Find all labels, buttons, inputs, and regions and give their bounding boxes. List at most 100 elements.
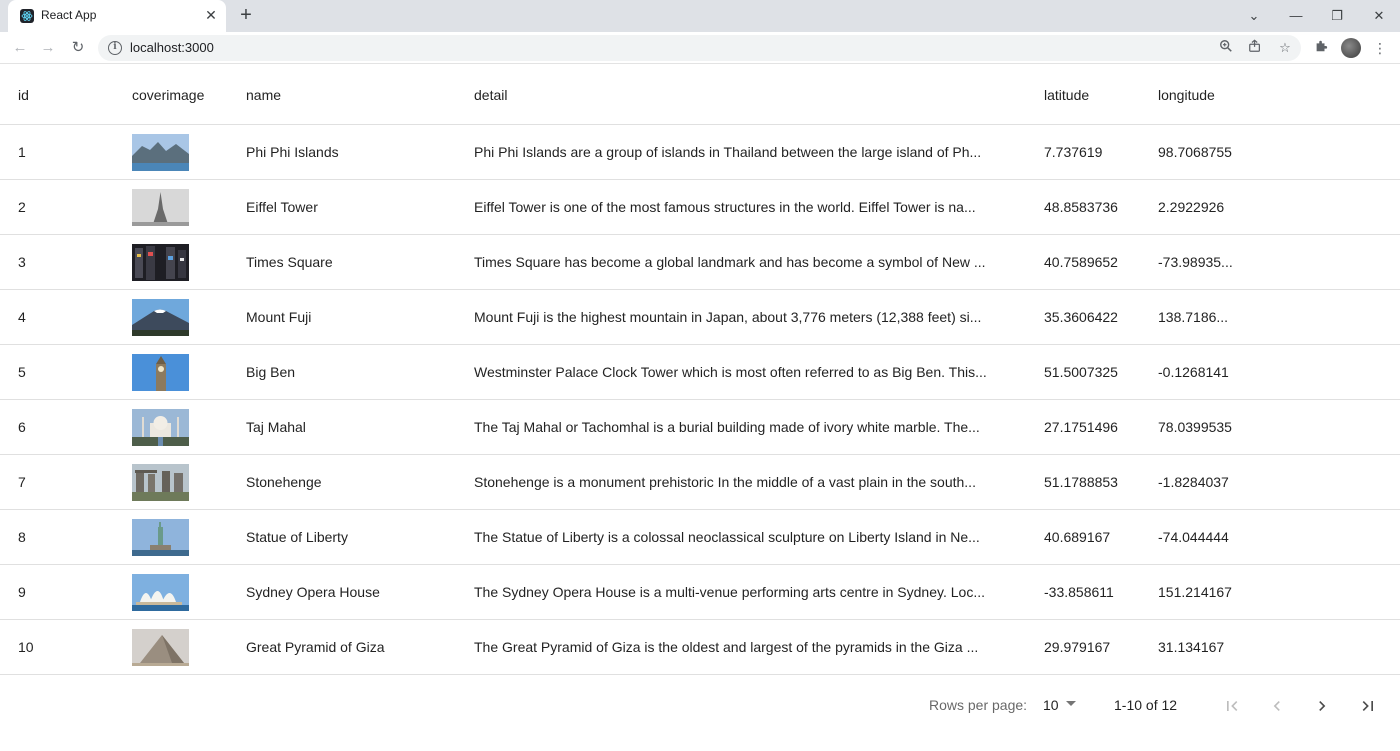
cover-image: [132, 298, 189, 336]
table-header-row: id coverimage name detail latitude longi…: [0, 65, 1400, 125]
cover-image: [132, 408, 189, 446]
minimize-window-button[interactable]: —: [1286, 6, 1306, 26]
cell-name: Mount Fuji: [246, 309, 312, 325]
cell-latitude: 51.1788853: [1044, 474, 1118, 490]
cell-latitude: 35.3606422: [1044, 309, 1118, 325]
share-icon[interactable]: [1246, 39, 1264, 57]
column-header-coverimage: coverimage: [132, 86, 205, 103]
cell-detail: Times Square has become a global landmar…: [474, 254, 986, 270]
cell-id: 9: [18, 584, 26, 600]
cell-id: 8: [18, 529, 26, 545]
column-header-longitude: longitude: [1158, 86, 1215, 103]
table-row: 5 Big Ben Westminster Palace Clock Tower…: [0, 345, 1400, 400]
cell-latitude: 51.5007325: [1044, 364, 1118, 380]
cell-latitude: 7.737619: [1044, 144, 1103, 160]
table-pagination: Rows per page: 10 1-10 of 12: [0, 674, 1400, 738]
table-row: 8 Statue of Liberty The Statue of Libert…: [0, 510, 1400, 565]
zoom-icon[interactable]: [1217, 39, 1235, 57]
cell-id: 2: [18, 199, 26, 215]
cell-name: Times Square: [246, 254, 333, 270]
menu-kebab-icon[interactable]: ⋮: [1369, 37, 1391, 59]
cell-name: Great Pyramid of Giza: [246, 639, 385, 655]
reload-icon[interactable]: ↻: [67, 37, 89, 59]
cell-detail: Stonehenge is a monument prehistoric In …: [474, 474, 976, 490]
browser-tab-active[interactable]: React App ✕: [8, 0, 226, 32]
back-arrow-icon[interactable]: ←: [9, 37, 31, 59]
first-page-icon[interactable]: [1218, 692, 1246, 720]
cell-id: 1: [18, 144, 26, 160]
cell-longitude: 138.7186...: [1158, 309, 1229, 325]
browser-tab-strip: React App ✕ + ⌄ — ❐ ✕: [0, 0, 1400, 32]
cell-longitude: -0.1268141: [1158, 364, 1229, 380]
cell-detail: Westminster Palace Clock Tower which is …: [474, 364, 987, 380]
previous-page-icon[interactable]: [1263, 692, 1291, 720]
cell-latitude: -33.858611: [1044, 584, 1114, 600]
cell-longitude: 151.214167: [1158, 584, 1232, 600]
cell-longitude: 98.7068755: [1158, 144, 1232, 160]
cell-longitude: -73.98935...: [1158, 254, 1233, 270]
table-row: 1 Phi Phi Islands Phi Phi Islands are a …: [0, 125, 1400, 180]
next-page-icon[interactable]: [1308, 692, 1336, 720]
browser-toolbar: ← → ↻ i localhost:3000 ☆ ⋮: [0, 32, 1400, 64]
cell-name: Statue of Liberty: [246, 529, 348, 545]
table-row: 4 Mount Fuji Mount Fuji is the highest m…: [0, 290, 1400, 345]
address-bar[interactable]: i localhost:3000 ☆: [98, 35, 1301, 61]
cell-detail: Phi Phi Islands are a group of islands i…: [474, 144, 982, 160]
rows-per-page-select[interactable]: 10: [1043, 697, 1059, 713]
cover-image: [132, 243, 189, 281]
cell-detail: The Sydney Opera House is a multi-venue …: [474, 584, 985, 600]
site-info-icon[interactable]: i: [108, 41, 122, 55]
cell-name: Sydney Opera House: [246, 584, 380, 600]
cover-image: [132, 188, 189, 226]
cover-image: [132, 628, 189, 666]
column-header-latitude: latitude: [1044, 86, 1090, 103]
cell-id: 7: [18, 474, 26, 490]
cover-image: [132, 463, 189, 501]
forward-arrow-icon[interactable]: →: [37, 37, 59, 59]
cell-longitude: -74.044444: [1158, 529, 1229, 545]
table-row: 7 Stonehenge Stonehenge is a monument pr…: [0, 455, 1400, 510]
caret-down-icon[interactable]: [1066, 701, 1076, 706]
restore-window-button[interactable]: ❐: [1327, 6, 1347, 26]
cell-id: 6: [18, 419, 26, 435]
bookmark-star-icon[interactable]: ☆: [1276, 39, 1294, 57]
cell-latitude: 48.8583736: [1044, 199, 1118, 215]
extensions-puzzle-icon[interactable]: [1310, 37, 1332, 59]
places-data-table: id coverimage name detail latitude longi…: [0, 65, 1400, 675]
table-row: 3 Times Square Times Square has become a…: [0, 235, 1400, 290]
table-row: 2 Eiffel Tower Eiffel Tower is one of th…: [0, 180, 1400, 235]
cell-name: Stonehenge: [246, 474, 322, 490]
cell-id: 4: [18, 309, 26, 325]
profile-avatar[interactable]: [1341, 38, 1361, 58]
cell-detail: The Taj Mahal or Tachomhal is a burial b…: [474, 419, 980, 435]
table-row: 6 Taj Mahal The Taj Mahal or Tachomhal i…: [0, 400, 1400, 455]
new-tab-button[interactable]: +: [236, 5, 256, 25]
cell-name: Big Ben: [246, 364, 296, 380]
cell-detail: The Great Pyramid of Giza is the oldest …: [474, 639, 979, 655]
cell-detail: The Statue of Liberty is a colossal neoc…: [474, 529, 980, 545]
cover-image: [132, 133, 189, 171]
cell-latitude: 29.979167: [1044, 639, 1111, 655]
column-header-id: id: [18, 86, 29, 103]
table-row: 9 Sydney Opera House The Sydney Opera Ho…: [0, 565, 1400, 620]
cell-id: 3: [18, 254, 26, 270]
cell-id: 5: [18, 364, 26, 380]
cell-latitude: 40.689167: [1044, 529, 1111, 545]
cell-name: Taj Mahal: [246, 419, 306, 435]
close-window-button[interactable]: ✕: [1369, 6, 1389, 26]
last-page-icon[interactable]: [1354, 692, 1382, 720]
cover-image: [132, 518, 189, 556]
cell-detail: Eiffel Tower is one of the most famous s…: [474, 199, 976, 215]
page-range-text: 1-10 of 12: [1114, 697, 1178, 713]
cell-id: 10: [18, 639, 34, 655]
column-header-detail: detail: [474, 86, 508, 103]
rows-per-page-label: Rows per page:: [929, 697, 1028, 713]
cell-longitude: 78.0399535: [1158, 419, 1232, 435]
tab-search-chevron-icon[interactable]: ⌄: [1244, 6, 1264, 26]
url-text[interactable]: localhost:3000: [130, 40, 214, 55]
cell-name: Phi Phi Islands: [246, 144, 339, 160]
cell-detail: Mount Fuji is the highest mountain in Ja…: [474, 309, 982, 325]
close-tab-icon[interactable]: ✕: [204, 8, 218, 22]
tab-title: React App: [41, 8, 97, 22]
cover-image: [132, 573, 189, 611]
